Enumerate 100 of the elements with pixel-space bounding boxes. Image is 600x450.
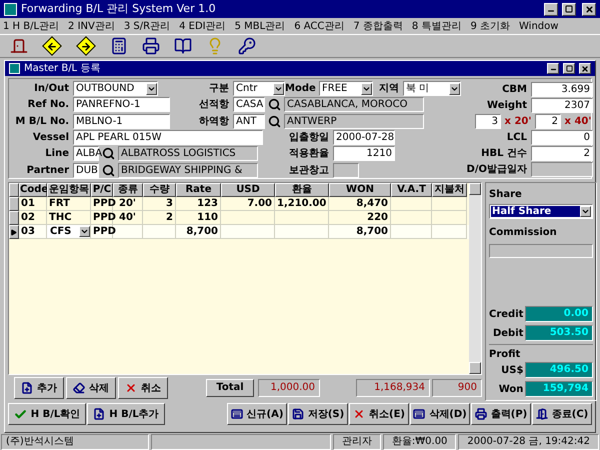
total-won: 1,168,934: [356, 379, 430, 397]
table-cell: [143, 225, 176, 239]
search-icon[interactable]: [102, 147, 115, 160]
search-icon[interactable]: [268, 115, 281, 128]
input-field[interactable]: 2307: [531, 98, 593, 113]
toolbar-button[interactable]: 삭제(D): [410, 403, 470, 425]
toolbar-button[interactable]: 종료(C): [532, 403, 592, 425]
menu-item[interactable]: 6 ACC관리: [294, 18, 344, 34]
dropdown[interactable]: FREE: [319, 81, 373, 96]
calculator-icon[interactable]: [110, 37, 128, 55]
toolbar-button[interactable]: 추가: [14, 377, 64, 399]
toolbar-button[interactable]: 출력(P): [471, 403, 531, 425]
scrollbar[interactable]: [469, 183, 481, 374]
toolbar-button[interactable]: 삭제: [66, 377, 116, 399]
input-field[interactable]: [531, 162, 593, 178]
table-cell: [391, 225, 432, 239]
input-field[interactable]: ANTWERP: [284, 114, 424, 129]
grid-row[interactable]: 03 CFS PPD 8,700 8,700: [9, 225, 469, 239]
toolbar-button[interactable]: 취소(E): [349, 403, 409, 425]
input-field[interactable]: 2: [531, 146, 593, 162]
input-field[interactable]: 2: [535, 114, 561, 129]
toolbar-button[interactable]: 저장(S): [288, 403, 348, 425]
menu-item[interactable]: 4 EDI관리: [179, 18, 226, 34]
menu-item[interactable]: 5 MBL관리: [234, 18, 286, 34]
table-cell: FRT: [47, 197, 91, 211]
total-vat: 900: [432, 379, 482, 397]
key-icon[interactable]: [238, 37, 256, 55]
menu-item[interactable]: 7 종합출력: [353, 18, 403, 34]
status-panel: 환율:₩0.00: [382, 434, 456, 450]
menu-item[interactable]: 1 H B/L관리: [3, 18, 60, 34]
close-icon: [581, 64, 589, 72]
column-header: 환율: [275, 183, 329, 197]
input-field[interactable]: ANT: [233, 114, 265, 129]
row-header[interactable]: [9, 211, 19, 225]
table-cell: PPD: [91, 225, 113, 239]
profit-usd-label: US$: [501, 364, 524, 378]
input-field[interactable]: MBLNO-1: [73, 114, 170, 129]
input-field[interactable]: CASA: [233, 97, 265, 112]
dropdown[interactable]: 북 미: [403, 81, 461, 96]
input-field[interactable]: 2000-07-28: [333, 130, 395, 145]
input-field[interactable]: CASABLANCA, MOROCO: [284, 97, 424, 112]
dropdown[interactable]: Cntr: [233, 81, 285, 96]
window-title: Master B/L 등록: [24, 62, 102, 76]
row-header[interactable]: [9, 225, 19, 239]
input-field[interactable]: [333, 163, 359, 178]
table-cell[interactable]: CFS: [47, 225, 91, 239]
input-field[interactable]: ALBATROSS LOGISTICS: [118, 146, 258, 161]
toolbar-button[interactable]: 신규(A): [227, 403, 287, 425]
close-button[interactable]: [579, 63, 591, 74]
field-label: Mode: [285, 82, 317, 96]
column-header: WON: [329, 183, 391, 197]
toolbar-button[interactable]: H B/L추가: [87, 403, 165, 425]
door-icon[interactable]: [10, 37, 28, 55]
status-panel: (주)반석시스템: [1, 434, 149, 450]
profit-label: Profit: [489, 348, 522, 362]
table-cell: PPD: [91, 197, 113, 211]
menu-item[interactable]: 8 특별관리: [412, 18, 462, 34]
search-icon[interactable]: [102, 164, 115, 177]
input-field[interactable]: DUB: [73, 163, 99, 178]
save-icon: [292, 408, 304, 420]
menu-item[interactable]: 2 INV관리: [68, 18, 115, 34]
menu-item[interactable]: 9 초기화: [470, 18, 510, 34]
field-label: D/O발급일자: [466, 163, 528, 178]
input-field[interactable]: 0: [531, 130, 593, 146]
maximize-button[interactable]: [563, 63, 575, 74]
search-icon[interactable]: [268, 98, 281, 111]
dropdown[interactable]: OUTBOUND: [73, 81, 158, 96]
input-field[interactable]: PANREFNO-1: [73, 97, 170, 112]
column-header: Rate: [176, 183, 221, 197]
commission-field[interactable]: [489, 244, 594, 258]
debit-label: Debit: [492, 326, 524, 340]
container-size: x 40': [564, 114, 592, 129]
input-field[interactable]: 3.699: [531, 82, 593, 97]
menu-item[interactable]: 3 S/R관리: [124, 18, 170, 34]
toolbar-button[interactable]: 취소: [118, 377, 168, 399]
field-label: Partner: [26, 164, 70, 178]
close-button[interactable]: [582, 2, 596, 16]
toolbar-button[interactable]: H B/L확인: [8, 403, 86, 425]
field-label: M B/L No.: [14, 115, 70, 129]
menu-item[interactable]: Window: [519, 18, 558, 34]
field-label: In/Out: [33, 82, 70, 96]
book-icon[interactable]: [174, 37, 192, 55]
share-dropdown[interactable]: Half Share: [489, 204, 594, 219]
grid-row[interactable]: 01 FRT PPD 20' 3 123 7.00 1,210.00 8,470: [9, 197, 469, 211]
input-field[interactable]: 3: [475, 114, 501, 129]
row-header: [9, 183, 19, 197]
input-field[interactable]: BRIDGEWAY SHIPPING &: [118, 163, 258, 178]
restore-button[interactable]: [562, 2, 576, 16]
minimize-button[interactable]: [544, 2, 558, 16]
minimize-button[interactable]: [547, 63, 559, 74]
input-field[interactable]: 1210: [333, 146, 395, 161]
input-field[interactable]: APL PEARL 015W: [73, 130, 263, 145]
row-header[interactable]: [9, 197, 19, 211]
field-label: Weight: [486, 98, 528, 113]
printer-icon[interactable]: [142, 37, 160, 55]
minimize-icon: [550, 66, 556, 73]
table-cell: 1,210.00: [275, 197, 329, 211]
field-label: 선적항: [198, 98, 230, 112]
table-cell: 01: [19, 197, 47, 211]
field-label: CBM: [501, 82, 528, 97]
